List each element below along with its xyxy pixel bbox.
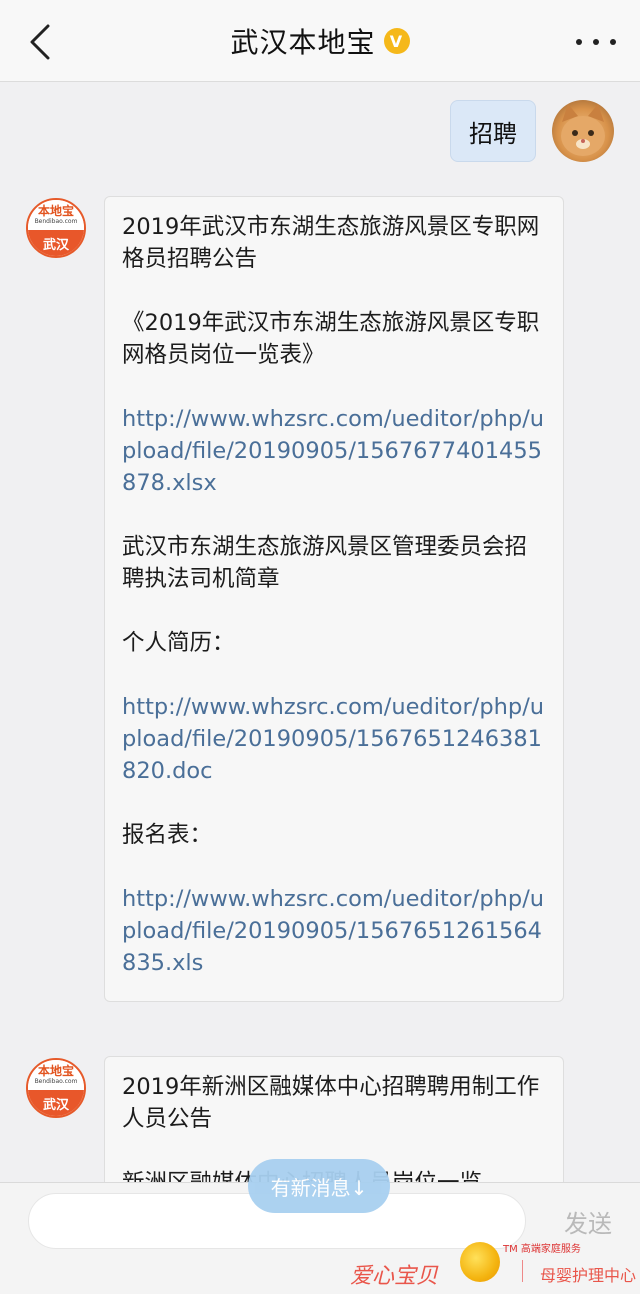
message-driver-notice: 武汉市东湖生态旅游风景区管理委员会招聘执法司机简章 (122, 534, 528, 592)
brand-logo: 本地宝 Bendibao.com (28, 1060, 84, 1090)
chat-header: 武汉本地宝 V (0, 0, 640, 82)
message-resume-label: 个人简历： (122, 630, 235, 656)
brand-city: 武汉 (28, 1090, 84, 1116)
brand-url: Bendibao.com (34, 218, 78, 225)
attachment-link-doc[interactable]: http://www.whzsrc.com/ueditor/php/upload… (122, 691, 547, 787)
sender-avatar[interactable]: 本地宝 Bendibao.com 武汉 (26, 1058, 86, 1118)
brand-url: Bendibao.com (34, 1078, 78, 1085)
attachment-link-xlsx[interactable]: http://www.whzsrc.com/ueditor/php/upload… (122, 403, 547, 499)
my-message-bubble[interactable]: 招聘 (450, 100, 536, 162)
message-table-title: 《2019年武汉市东湖生态旅游风景区专职网格员岗位一览表》 (122, 310, 540, 368)
brand-name: 本地宝 (37, 1064, 74, 1078)
watermark-tm-text: TM 高端家庭服务 (503, 1244, 581, 1255)
message-bubble[interactable]: 2019年武汉市东湖生态旅游风景区专职网格员招聘公告 《2019年武汉市东湖生态… (104, 196, 564, 1002)
cat-avatar-icon (561, 104, 605, 156)
sun-logo-icon (460, 1242, 500, 1282)
watermark-footer: 爱心宝贝 TM 高端家庭服务 母婴护理中心 (0, 1242, 640, 1294)
brand-city: 武汉 (28, 230, 84, 256)
my-message-text: 招聘 (469, 119, 517, 148)
watermark-text-right: 母婴护理中心 (540, 1266, 637, 1285)
brand-name: 本地宝 (37, 204, 74, 218)
page-title: 武汉本地宝 V (0, 0, 640, 82)
brand-logo: 本地宝 Bendibao.com (28, 200, 84, 230)
message-form-label: 报名表： (122, 822, 213, 848)
sender-avatar[interactable]: 本地宝 Bendibao.com 武汉 (26, 198, 86, 258)
watermark-divider (522, 1260, 523, 1282)
my-avatar[interactable] (552, 100, 614, 162)
more-dot-icon (593, 39, 599, 45)
attachment-link-xls[interactable]: http://www.whzsrc.com/ueditor/php/upload… (122, 883, 547, 979)
chat-message-list[interactable]: 招聘 本地宝 Bendibao.com 武汉 2019年武汉市东湖生态旅游风景区… (0, 82, 640, 1196)
more-dot-icon (576, 39, 582, 45)
more-dot-icon (610, 39, 616, 45)
page-title-text: 武汉本地宝 (230, 26, 376, 59)
message-title: 2019年新洲区融媒体中心招聘聘用制工作人员公告 (122, 1074, 540, 1132)
message-title: 2019年武汉市东湖生态旅游风景区专职网格员招聘公告 (122, 214, 540, 272)
new-message-badge[interactable]: 有新消息↓ (248, 1159, 390, 1213)
more-options-button[interactable] (576, 30, 616, 54)
watermark-text-left: 爱心宝贝 (350, 1264, 439, 1289)
verified-badge-icon: V (383, 28, 410, 54)
